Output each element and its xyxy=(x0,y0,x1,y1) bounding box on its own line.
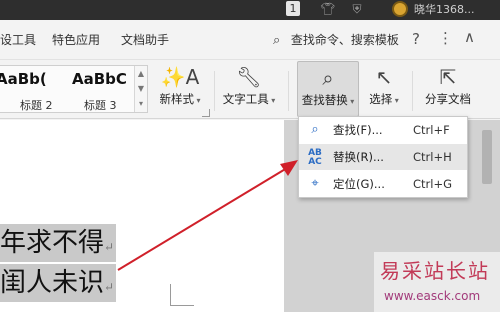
title-bar: 1 👕︎ ⛨ 晓华1368... xyxy=(0,0,500,20)
search-commands-label: 查找命令、搜索模板 xyxy=(290,33,399,47)
watermark-site-name: 易采站长站 xyxy=(380,259,490,283)
scrollbar-thumb[interactable] xyxy=(482,130,492,184)
window-count-badge[interactable]: 1 xyxy=(286,1,300,16)
search-commands[interactable]: ⌕ 查找命令、搜索模板 xyxy=(273,20,399,60)
text-tools-label: 文字工具 xyxy=(222,92,269,106)
page-corner-mark xyxy=(170,284,194,306)
menu-bar: 设工具 特色应用 文档助手 ⌕ 查找命令、搜索模板 ? ⋮ ∧ xyxy=(0,20,500,60)
locate-icon: ⌖ xyxy=(311,176,319,191)
document-line[interactable]: 年求不得↵ xyxy=(0,224,117,262)
menu-featured-apps[interactable]: 特色应用 xyxy=(52,20,100,60)
document-line-text: 闺人未识 xyxy=(0,268,105,298)
menu-tools[interactable]: 设工具 xyxy=(0,20,36,60)
style-sample-heading2[interactable]: AaBb( xyxy=(0,70,47,88)
share-icon: ⇱ xyxy=(439,65,457,89)
menu-item-replace[interactable]: AB AC 替换(R)... Ctrl+H xyxy=(299,144,467,170)
document-line-text: 年求不得 xyxy=(0,228,105,258)
paragraph-mark: ↵ xyxy=(104,240,115,254)
shortcut-label: Ctrl+F xyxy=(413,123,450,137)
chevron-down-icon: ▾ xyxy=(392,96,399,105)
wrench-icon: 🔧︎ xyxy=(236,65,262,89)
find-replace-button[interactable]: ⌕ 查找替换 ▾ xyxy=(297,61,359,117)
shield-icon[interactable]: ⛨ xyxy=(350,2,364,17)
user-name[interactable]: 晓华1368... xyxy=(414,2,474,17)
collapse-ribbon-icon[interactable]: ∧ xyxy=(464,28,475,46)
gallery-expand-icon[interactable]: ▾ xyxy=(135,96,147,111)
ribbon-divider xyxy=(214,71,215,111)
chevron-down-icon: ▾ xyxy=(347,97,355,106)
find-replace-label: 查找替换 xyxy=(301,93,348,107)
magnifier-icon: ⌕ xyxy=(322,66,334,90)
menu-item-find[interactable]: ⌕ 查找(F)... Ctrl+F xyxy=(299,117,467,143)
watermark-url: www.easck.com xyxy=(384,289,481,303)
document-line[interactable]: 闺人未识↵ xyxy=(0,264,117,302)
document-page[interactable]: 年求不得↵ 闺人未识↵ xyxy=(0,120,284,312)
paragraph-mark: ↵ xyxy=(104,280,115,294)
search-icon: ⌕ xyxy=(273,33,281,48)
menu-item-find-label: 查找(F)... xyxy=(333,123,383,137)
menu-item-goto[interactable]: ⌖ 定位(G)... Ctrl+G xyxy=(299,171,467,197)
avatar[interactable] xyxy=(392,1,408,17)
menu-item-replace-label: 替换(R)... xyxy=(333,150,384,164)
shortcut-label: Ctrl+H xyxy=(413,150,452,164)
scroll-up-icon[interactable]: ▲ xyxy=(135,66,147,81)
search-icon: ⌕ xyxy=(311,122,319,137)
menu-item-goto-label: 定位(G)... xyxy=(333,177,385,191)
text-tools-button[interactable]: 🔧︎ 文字工具 ▾ xyxy=(220,61,278,117)
new-style-button[interactable]: ✨A 新样式 ▾ xyxy=(155,61,205,117)
shortcut-label: Ctrl+G xyxy=(413,177,453,191)
style-gallery-scroll[interactable]: ▲ ▼ ▾ xyxy=(134,66,147,112)
replace-icon: AB AC xyxy=(308,148,322,167)
ribbon-divider xyxy=(412,71,413,111)
new-style-icon: ✨A xyxy=(160,65,200,89)
help-icon[interactable]: ? xyxy=(412,30,420,48)
ribbon: AaBb( 标题 2 AaBbC 标题 3 ▲ ▼ ▾ ✨A 新样式 ▾ 🔧︎ … xyxy=(0,61,500,119)
more-icon[interactable]: ⋮ xyxy=(438,29,454,47)
select-button[interactable]: ↖ 选择 ▾ xyxy=(364,61,404,117)
find-replace-menu: ⌕ 查找(F)... Ctrl+F AB AC 替换(R)... Ctrl+H ⌖… xyxy=(298,116,468,198)
share-doc-label: 分享文档 xyxy=(425,92,471,106)
style-sample-heading3[interactable]: AaBbC xyxy=(72,70,127,88)
group-launcher-icon[interactable] xyxy=(202,109,210,117)
style-label-heading2[interactable]: 标题 2 xyxy=(20,97,53,112)
style-gallery: AaBb( 标题 2 AaBbC 标题 3 ▲ ▼ ▾ xyxy=(0,65,148,113)
select-label: 选择 xyxy=(369,92,393,106)
ribbon-divider xyxy=(288,71,289,111)
scroll-down-icon[interactable]: ▼ xyxy=(135,81,147,96)
chevron-down-icon: ▾ xyxy=(193,96,201,105)
cursor-arrow-icon: ↖ xyxy=(375,65,393,89)
new-style-label: 新样式 xyxy=(159,92,194,106)
menu-doc-assistant[interactable]: 文档助手 xyxy=(121,20,169,60)
chevron-down-icon: ▾ xyxy=(268,96,276,105)
share-doc-button[interactable]: ⇱ 分享文档 xyxy=(418,61,478,117)
watermark: 易采站长站 www.easck.com xyxy=(374,252,500,312)
style-label-heading3[interactable]: 标题 3 xyxy=(84,97,117,112)
skin-icon[interactable]: 👕︎ xyxy=(320,3,335,16)
